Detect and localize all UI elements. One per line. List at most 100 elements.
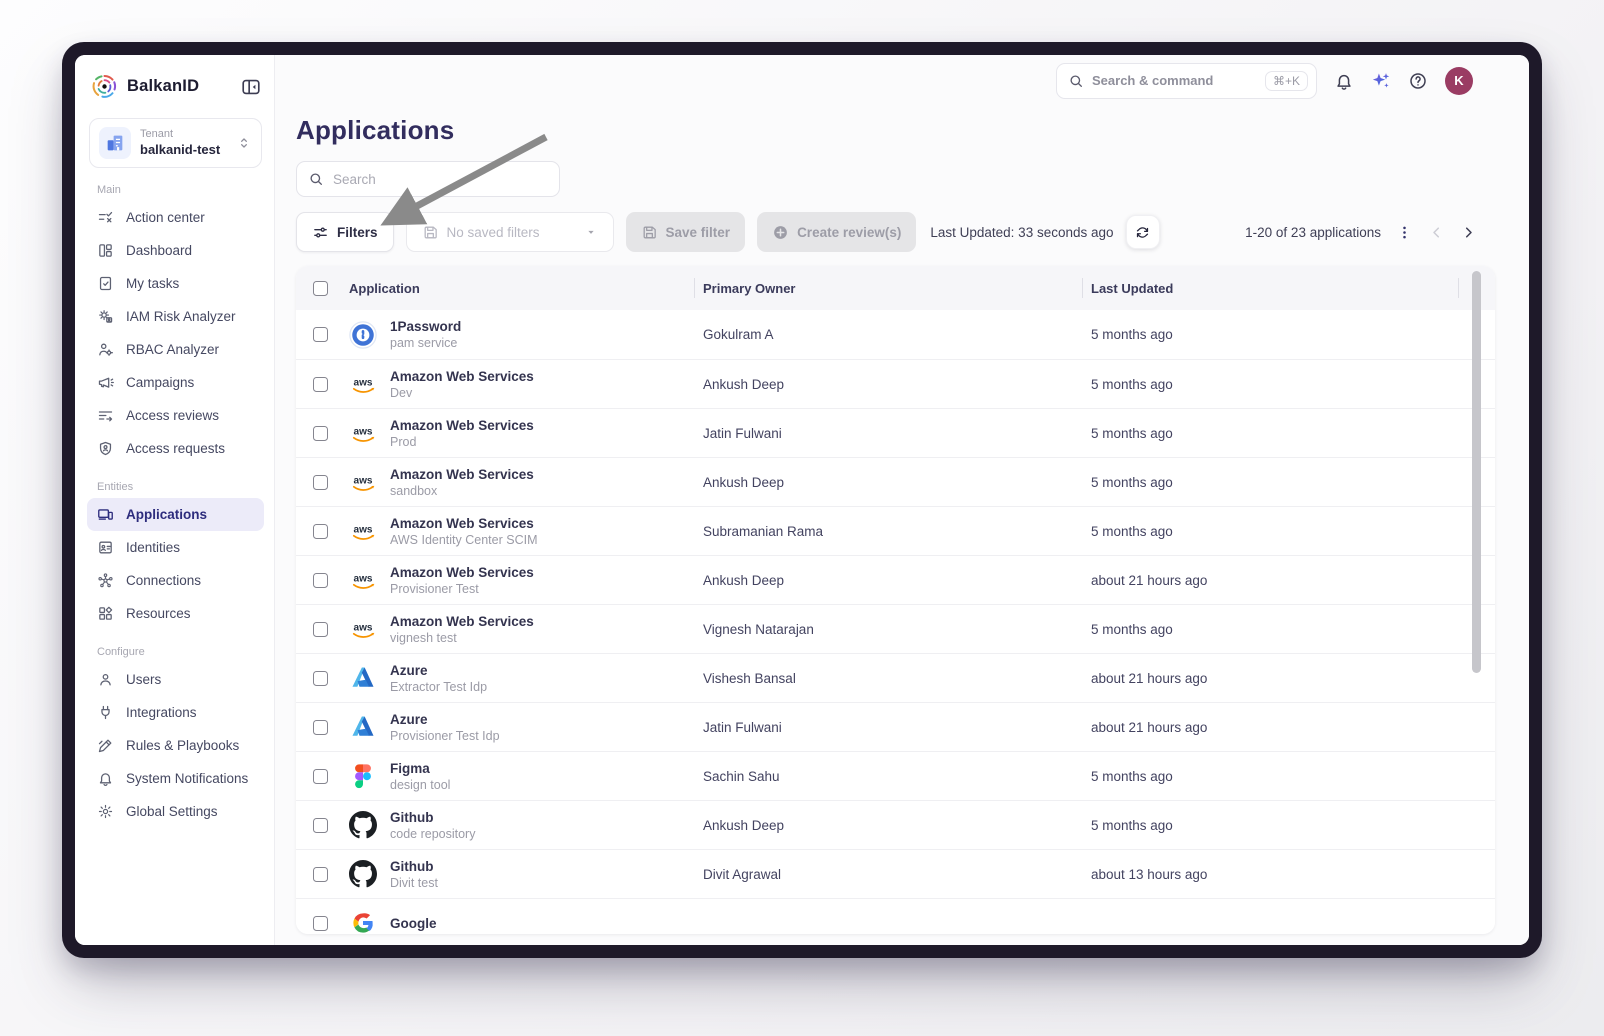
app-subtitle: Extractor Test Idp [390, 679, 488, 694]
row-checkbox[interactable] [313, 768, 328, 784]
row-checkbox[interactable] [313, 719, 328, 735]
next-page-icon[interactable] [1460, 224, 1477, 241]
applications-search-input[interactable]: Search [296, 161, 560, 197]
row-checkbox[interactable] [313, 523, 328, 539]
row-checkbox[interactable] [313, 376, 328, 392]
kebab-menu-icon[interactable] [1396, 224, 1413, 241]
table-row[interactable]: Azure Provisioner Test Idp Jatin Fulwani… [296, 702, 1495, 751]
tenant-label: Tenant [140, 128, 174, 140]
primary-owner: Subramanian Rama [703, 523, 824, 539]
sidebar-item-connections[interactable]: Connections [87, 564, 264, 597]
user-avatar[interactable]: K [1445, 66, 1473, 95]
table-row[interactable]: Amazon Web Services Provisioner Test Ank… [296, 555, 1495, 604]
row-checkbox[interactable] [313, 474, 328, 490]
row-checkbox[interactable] [313, 572, 328, 588]
prev-page-icon[interactable] [1428, 224, 1445, 241]
saved-filters-select[interactable]: No saved filters [405, 212, 614, 252]
global-search-input[interactable]: Search & command ⌘+K [1056, 62, 1317, 99]
sidebar-item-access-reviews[interactable]: Access reviews [87, 399, 264, 432]
caret-down-icon [584, 225, 598, 239]
primary-owner: Vignesh Natarajan [703, 621, 814, 637]
ai-sparkles-icon[interactable] [1371, 71, 1391, 91]
table-row[interactable]: Google [296, 898, 1495, 934]
row-checkbox[interactable] [313, 425, 328, 441]
primary-owner: Ankush Deep [703, 817, 785, 833]
sidebar-item-identities[interactable]: Identities [87, 531, 264, 564]
save-filter-button[interactable]: Save filter [625, 212, 746, 252]
column-header-application[interactable]: Application [340, 281, 694, 296]
access-reviews-icon [97, 407, 114, 424]
row-checkbox[interactable] [313, 621, 328, 637]
last-updated: 5 months ago [1091, 768, 1173, 784]
notifications-bell-icon[interactable] [1334, 71, 1354, 91]
topbar: Search & command ⌘+K K [275, 55, 1529, 99]
last-updated: about 21 hours ago [1091, 670, 1208, 686]
column-divider [694, 278, 695, 298]
aws-logo-icon [349, 517, 377, 545]
sidebar-item-integrations[interactable]: Integrations [87, 696, 264, 729]
help-icon[interactable] [1408, 71, 1428, 91]
sidebar-item-rules-playbooks[interactable]: Rules & Playbooks [87, 729, 264, 762]
search-icon [1068, 73, 1084, 89]
row-checkbox[interactable] [313, 817, 328, 833]
primary-owner: Jatin Fulwani [703, 719, 782, 735]
action-center-icon [97, 209, 114, 226]
column-header-primary-owner[interactable]: Primary Owner [694, 281, 1082, 296]
sidebar-item-rbac-analyzer[interactable]: RBAC Analyzer [87, 333, 264, 366]
row-checkbox[interactable] [313, 915, 328, 931]
select-all-checkbox[interactable] [313, 280, 328, 296]
sidebar-collapse-icon[interactable] [240, 76, 262, 98]
create-reviews-button[interactable]: Create review(s) [757, 212, 917, 252]
sidebar-item-applications[interactable]: Applications [87, 498, 264, 531]
table-row[interactable]: Azure Extractor Test Idp Vishesh Bansal … [296, 653, 1495, 702]
row-checkbox[interactable] [313, 327, 328, 342]
github-logo-icon [349, 860, 377, 888]
sidebar-item-iam-risk-analyzer[interactable]: IAM Risk Analyzer [87, 300, 264, 333]
rules-playbooks-icon [97, 737, 114, 754]
browser-window-frame: BalkanID Tenant balkanid-test Main Actio… [62, 42, 1542, 958]
brand-name: BalkanID [127, 77, 200, 95]
azure-logo-icon [349, 713, 377, 741]
app-name: Azure [390, 711, 428, 727]
connections-icon [97, 572, 114, 589]
table-row[interactable]: Figma design tool Sachin Sahu 5 months a… [296, 751, 1495, 800]
table-row[interactable]: Amazon Web Services sandbox Ankush Deep … [296, 457, 1495, 506]
sidebar-item-global-settings[interactable]: Global Settings [87, 795, 264, 828]
sidebar-item-dashboard[interactable]: Dashboard [87, 234, 264, 267]
sidebar-item-action-center[interactable]: Action center [87, 201, 264, 234]
table-row[interactable]: Amazon Web Services Prod Jatin Fulwani 5… [296, 408, 1495, 457]
last-updated: 5 months ago [1091, 425, 1173, 441]
app-subtitle: Provisioner Test [390, 581, 479, 596]
sidebar: BalkanID Tenant balkanid-test Main Actio… [75, 55, 275, 945]
refresh-button[interactable] [1125, 215, 1160, 249]
campaigns-icon [97, 374, 114, 391]
sidebar-item-campaigns[interactable]: Campaigns [87, 366, 264, 399]
shortcut-badge: ⌘+K [1264, 70, 1308, 91]
sidebar-item-resources[interactable]: Resources [87, 597, 264, 630]
table-row[interactable]: Amazon Web Services Dev Ankush Deep 5 mo… [296, 359, 1495, 408]
table-row[interactable]: Github Divit test Divit Agrawal about 13… [296, 849, 1495, 898]
table-row[interactable]: 1Password pam service Gokulram A 5 month… [296, 310, 1495, 359]
sidebar-item-access-requests[interactable]: Access requests [87, 432, 264, 465]
table-row[interactable]: Amazon Web Services AWS Identity Center … [296, 506, 1495, 555]
primary-owner: Ankush Deep [703, 474, 785, 490]
row-checkbox[interactable] [313, 670, 328, 686]
row-checkbox[interactable] [313, 866, 328, 882]
table-row[interactable]: Github code repository Ankush Deep 5 mon… [296, 800, 1495, 849]
filters-button[interactable]: Filters [296, 212, 394, 252]
column-header-last-updated[interactable]: Last Updated [1082, 281, 1495, 296]
pagination-count: 1-20 of 23 applications [1245, 224, 1381, 240]
my-tasks-icon [97, 275, 114, 292]
refresh-icon [1135, 225, 1150, 240]
aws-logo-icon [349, 615, 377, 643]
sidebar-item-system-notifications[interactable]: System Notifications [87, 762, 264, 795]
table-scrollbar[interactable] [1472, 271, 1481, 673]
last-updated: about 21 hours ago [1091, 572, 1208, 588]
sidebar-item-users[interactable]: Users [87, 663, 264, 696]
app-subtitle: design tool [390, 777, 451, 792]
sidebar-item-my-tasks[interactable]: My tasks [87, 267, 264, 300]
tenant-selector[interactable]: Tenant balkanid-test [89, 118, 262, 168]
last-updated: 5 months ago [1091, 621, 1173, 637]
app-name: 1Password [390, 319, 462, 334]
table-row[interactable]: Amazon Web Services vignesh test Vignesh… [296, 604, 1495, 653]
